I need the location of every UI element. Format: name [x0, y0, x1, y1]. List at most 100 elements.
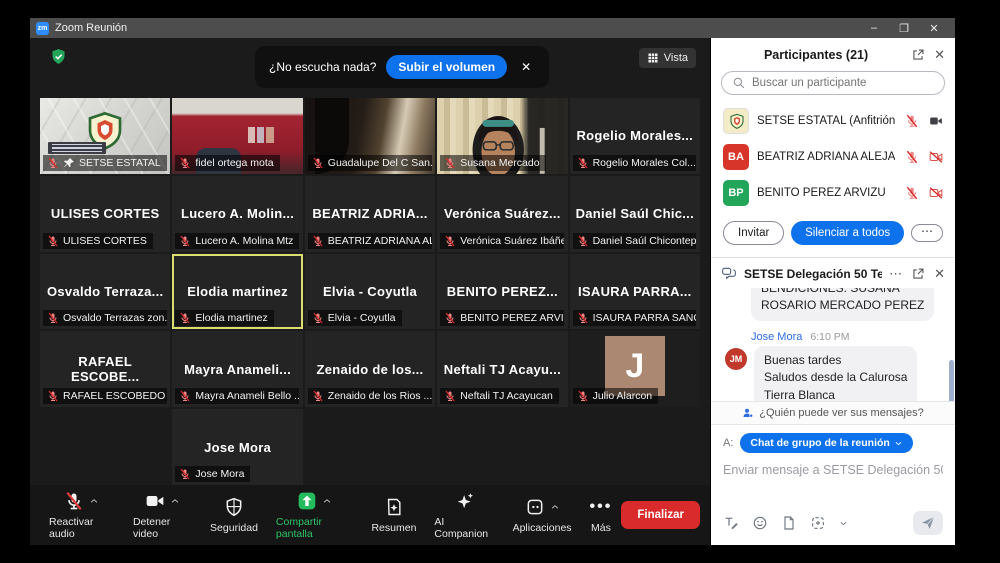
video-tile-beatriz[interactable]: BEATRIZ ADRIA... BEATRIZ ADRIANA AL... [305, 176, 435, 252]
chevron-up-icon[interactable] [170, 496, 180, 506]
close-button[interactable]: ✕ [919, 22, 949, 35]
mic-muted-icon [47, 390, 59, 402]
mute-all-button[interactable]: Silenciar a todos [791, 221, 904, 245]
video-tile-jose-mora[interactable]: Jose Mora Jose Mora [172, 409, 302, 485]
video-tile-setse-estatal[interactable]: SETSE ESTATAL [40, 98, 170, 174]
ellipsis-icon: ••• [590, 498, 613, 516]
mic-muted-icon [47, 312, 59, 324]
video-tile-susana[interactable]: Susana Mercado [437, 98, 567, 174]
send-icon [920, 515, 936, 531]
mic-muted-icon [312, 390, 324, 402]
mic-muted-icon [444, 390, 456, 402]
participant-row-setse[interactable]: SETSE ESTATAL (Anfitrión, yo) [719, 103, 947, 139]
mic-muted-icon [179, 390, 191, 402]
more-options-button[interactable]: ⋯ [911, 224, 943, 242]
video-area: ¿No escucha nada? Subir el volumen ✕ Vis… [30, 38, 710, 545]
tile-label: Elvia - Coyutla [308, 310, 402, 326]
participant-row-beatriz[interactable]: BA BEATRIZ ADRIANA ALEJANDRE [719, 139, 947, 175]
video-tile-elodia-active-speaker[interactable]: Elodia martinez Elodia martinez [172, 254, 302, 330]
notification-close-icon[interactable]: ✕ [517, 60, 535, 74]
attach-file-icon[interactable] [781, 515, 797, 531]
video-tile-veronica[interactable]: Verónica Suárez... Verónica Suárez Ibáñe… [437, 176, 567, 252]
share-screen-button[interactable]: Compartir pantalla [267, 490, 363, 540]
mic-muted-icon [64, 491, 84, 511]
mic-muted-icon [577, 390, 589, 402]
tile-label: ULISES CORTES [43, 233, 153, 249]
camera-off-icon [929, 186, 943, 200]
tile-label: Susana Mercado [440, 155, 545, 171]
chat-messages[interactable]: BENDICIONES: SUSANA ROSARIO MERCADO PERE… [711, 288, 955, 401]
avatar: BP [723, 180, 749, 206]
chat-message-bubble: Buenas tardes Saludos desde la Calurosa … [754, 346, 917, 401]
camera-on-icon [929, 114, 943, 128]
chat-recipient-selector[interactable]: Chat de grupo de la reunión [740, 433, 912, 453]
tile-label: Lucero A. Molina Mtz [175, 233, 299, 249]
meeting-security-shield-icon[interactable] [50, 48, 67, 65]
view-button[interactable]: Vista [639, 48, 696, 68]
search-input[interactable] [752, 77, 934, 89]
popout-icon[interactable] [911, 267, 925, 281]
minimize-button[interactable]: – [859, 22, 889, 35]
chevron-up-icon[interactable] [550, 502, 560, 512]
format-text-icon[interactable] [723, 515, 739, 531]
tile-label: Neftali TJ Acayucan [440, 388, 559, 404]
emoji-icon[interactable] [752, 515, 768, 531]
chevron-up-icon[interactable] [322, 496, 332, 506]
video-tile-mayra[interactable]: Mayra Anameli... Mayra Anameli Bello ... [172, 331, 302, 407]
video-tile-osvaldo[interactable]: Osvaldo Terraza... Osvaldo Terrazas zon.… [40, 254, 170, 330]
chat-scrollbar[interactable] [949, 360, 954, 401]
send-button[interactable] [913, 511, 943, 535]
mic-muted-icon [905, 186, 919, 200]
chat-message-input[interactable] [723, 463, 943, 477]
participant-search[interactable] [721, 71, 945, 95]
unmute-audio-button[interactable]: Reactivar audio [40, 490, 124, 540]
video-tile-isaura[interactable]: ISAURA PARRA... ISAURA PARRA SANC... [570, 254, 700, 330]
chevron-down-icon[interactable] [839, 519, 848, 528]
summary-button[interactable]: Resumen [362, 496, 425, 534]
avatar: BA [723, 144, 749, 170]
video-tile-rogelio[interactable]: Rogelio Morales... Rogelio Morales Col..… [570, 98, 700, 174]
tile-label: ISAURA PARRA SANC... [573, 310, 697, 326]
participant-row-benito[interactable]: BP BENITO PEREZ ARVIZU [719, 175, 947, 211]
video-tile-guadalupe[interactable]: Guadalupe Del C San... [305, 98, 435, 174]
mic-muted-icon [179, 312, 191, 324]
video-tile-julio[interactable]: J Julio Alarcon [570, 331, 700, 407]
raise-volume-button[interactable]: Subir el volumen [386, 55, 507, 79]
video-tile-ulises[interactable]: ULISES CORTES ULISES CORTES [40, 176, 170, 252]
video-tile-benito[interactable]: BENITO PEREZ... BENITO PEREZ ARVIZU [437, 254, 567, 330]
security-button[interactable]: Seguridad [201, 496, 267, 534]
tile-label: Elodia martinez [175, 310, 273, 326]
share-screen-icon [297, 491, 317, 511]
tile-label: BENITO PEREZ ARVIZU [440, 310, 564, 326]
participants-section: Participantes (21) ✕ SETSE ESTA [711, 38, 955, 258]
ai-companion-button[interactable]: AI Companion [425, 490, 503, 540]
chevron-down-icon [894, 439, 903, 448]
video-tile-daniel[interactable]: Daniel Saúl Chic... Daniel Saúl Chiconte… [570, 176, 700, 252]
mic-muted-icon [444, 312, 456, 324]
close-chat-icon[interactable]: ✕ [934, 266, 945, 282]
chat-more-icon[interactable]: ⋯ [889, 266, 902, 282]
invite-button[interactable]: Invitar [723, 221, 784, 245]
tile-label: SETSE ESTATAL [43, 155, 167, 171]
end-meeting-button[interactable]: Finalizar [621, 501, 700, 529]
stop-video-button[interactable]: Detener video [124, 490, 201, 540]
close-participants-icon[interactable]: ✕ [934, 47, 945, 63]
tile-label: Jose Mora [175, 466, 250, 482]
avatar [723, 108, 749, 134]
video-tile-neftali[interactable]: Neftali TJ Acayu... Neftali TJ Acayucan [437, 331, 567, 407]
more-button[interactable]: ••• Más [581, 496, 622, 534]
video-tile-rafael[interactable]: RAFAEL ESCOBE... RAFAEL ESCOBEDO (P... [40, 331, 170, 407]
video-tile-lucero[interactable]: Lucero A. Molin... Lucero A. Molina Mtz [172, 176, 302, 252]
restore-button[interactable]: ❐ [889, 22, 919, 35]
video-tile-fidel[interactable]: fidel ortega mota [172, 98, 302, 174]
video-tile-zenaido[interactable]: Zenaido de los... Zenaido de los Rios ..… [305, 331, 435, 407]
screenshot-icon[interactable] [810, 515, 826, 531]
mic-muted-icon [577, 312, 589, 324]
video-tile-elvia[interactable]: Elvia - Coyutla Elvia - Coyutla [305, 254, 435, 330]
popout-icon[interactable] [911, 48, 925, 62]
chat-privacy-note[interactable]: ¿Quién puede ver sus mensajes? [711, 401, 955, 425]
apps-button[interactable]: Aplicaciones [504, 496, 581, 534]
tile-video-background [248, 127, 274, 143]
search-icon [732, 76, 746, 90]
chevron-up-icon[interactable] [89, 496, 99, 506]
